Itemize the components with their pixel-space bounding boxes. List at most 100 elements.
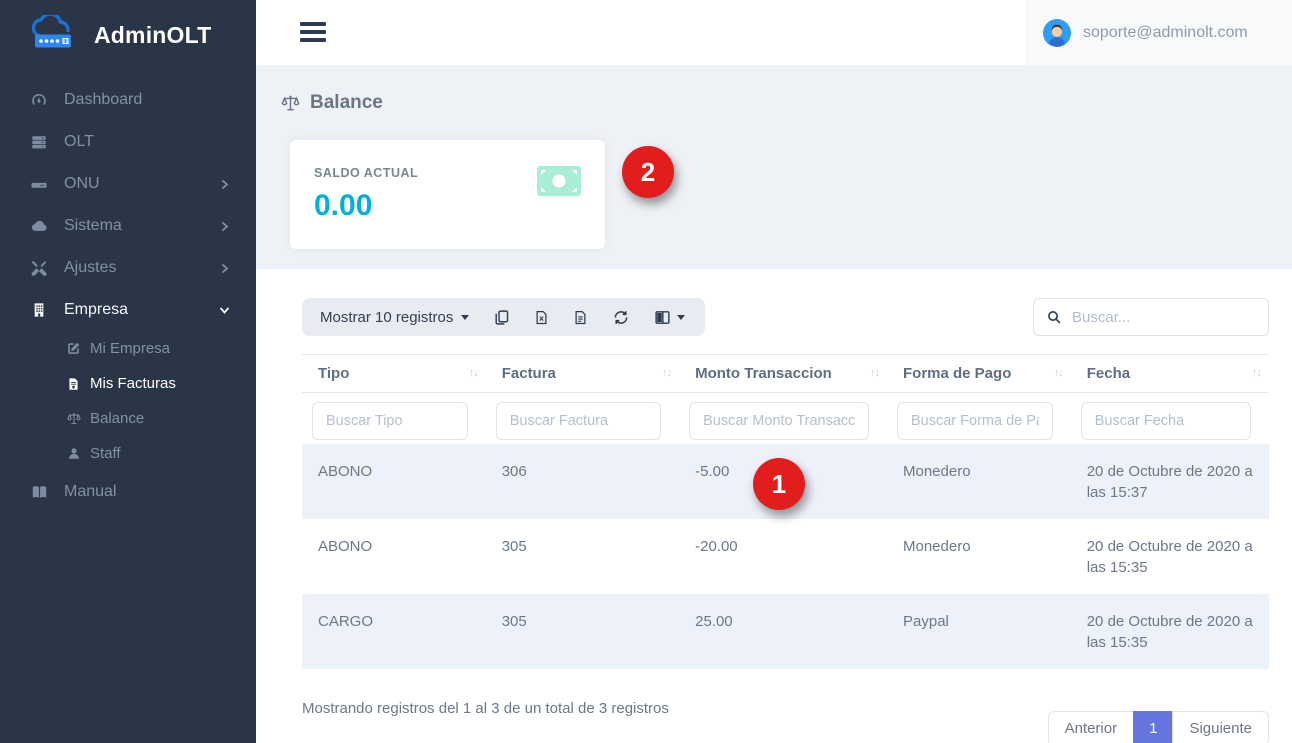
sidebar-item-sistema[interactable]: Sistema bbox=[0, 205, 256, 247]
caret-down-icon bbox=[677, 315, 685, 320]
search-icon bbox=[1046, 309, 1062, 325]
filter-tipo-input[interactable] bbox=[312, 402, 468, 440]
chevron-down-icon bbox=[219, 305, 230, 315]
sidebar-item-dashboard[interactable]: Dashboard bbox=[0, 79, 256, 121]
column-header-factura[interactable]: Factura↑↓ bbox=[486, 355, 679, 393]
balance-card: SALDO ACTUAL 0.00 bbox=[290, 140, 605, 249]
sidebar-label: Ajustes bbox=[64, 259, 116, 277]
cell-factura: 305 bbox=[486, 519, 679, 594]
avatar bbox=[1043, 19, 1071, 47]
page-head: Balance bbox=[256, 65, 1292, 114]
chevron-right-icon bbox=[220, 263, 230, 274]
export-file-button[interactable] bbox=[573, 309, 588, 326]
scales-icon bbox=[64, 411, 83, 426]
copy-button[interactable] bbox=[493, 309, 510, 326]
money-bill-icon bbox=[537, 166, 581, 196]
export-excel-button[interactable] bbox=[534, 309, 549, 326]
pagination-prev-button[interactable]: Anterior bbox=[1048, 711, 1135, 743]
column-header-tipo[interactable]: Tipo↑↓ bbox=[302, 355, 486, 393]
main-area: soporte@adminolt.com Balance SALDO ACTUA… bbox=[256, 0, 1292, 743]
cloud-router-logo-icon bbox=[24, 15, 86, 55]
cell-monto: 25.00 bbox=[679, 594, 887, 669]
building-icon bbox=[28, 301, 50, 319]
page-content: Balance SALDO ACTUAL 0.00 2 1 Mostrar 10… bbox=[256, 65, 1292, 743]
column-visibility-button[interactable] bbox=[654, 309, 685, 326]
cell-tipo: ABONO bbox=[302, 519, 486, 594]
cell-tipo: CARGO bbox=[302, 594, 486, 669]
column-header-monto[interactable]: Monto Transaccion↑↓ bbox=[679, 355, 887, 393]
user-icon bbox=[64, 446, 83, 461]
app-logo[interactable]: AdminOLT bbox=[0, 0, 256, 71]
cell-tipo: ABONO bbox=[302, 444, 486, 519]
edit-icon bbox=[64, 341, 83, 356]
book-icon bbox=[28, 484, 50, 501]
sidebar-item-mis-facturas[interactable]: Mis Facturas bbox=[0, 366, 256, 401]
sidebar-label: Mis Facturas bbox=[90, 375, 176, 392]
search-input[interactable] bbox=[1072, 309, 1256, 326]
pagination-next-button[interactable]: Siguiente bbox=[1172, 711, 1269, 743]
cell-fecha: 20 de Octubre de 2020 a las 15:35 bbox=[1071, 594, 1269, 669]
top-header: soporte@adminolt.com bbox=[256, 0, 1292, 65]
sidebar-item-staff[interactable]: Staff bbox=[0, 436, 256, 471]
filter-monto-input[interactable] bbox=[689, 402, 869, 440]
sort-icon[interactable]: ↑↓ bbox=[1252, 367, 1261, 379]
chevron-right-icon bbox=[220, 179, 230, 190]
sidebar: AdminOLT Dashboard OLT ONU bbox=[0, 0, 256, 743]
sidebar-item-empresa[interactable]: Empresa bbox=[0, 289, 256, 331]
transactions-table: Tipo↑↓ Factura↑↓ Monto Transaccion↑↓ For… bbox=[302, 354, 1269, 669]
filter-factura-input[interactable] bbox=[496, 402, 661, 440]
sort-icon[interactable]: ↑↓ bbox=[469, 367, 478, 379]
tools-icon bbox=[28, 259, 50, 277]
annotation-marker-1: 1 bbox=[753, 458, 805, 510]
sidebar-label: Staff bbox=[90, 445, 121, 462]
sidebar-label: OLT bbox=[64, 133, 94, 151]
column-header-fecha[interactable]: Fecha↑↓ bbox=[1071, 355, 1269, 393]
cell-forma: Monedero bbox=[887, 444, 1071, 519]
page-length-dropdown[interactable]: Mostrar 10 registros bbox=[320, 309, 469, 326]
cell-factura: 306 bbox=[486, 444, 679, 519]
cell-factura: 305 bbox=[486, 594, 679, 669]
cell-fecha: 20 de Octubre de 2020 a las 15:37 bbox=[1071, 444, 1269, 519]
table-row[interactable]: ABONO 305 -20.00 Monedero 20 de Octubre … bbox=[302, 519, 1269, 594]
records-info: Mostrando registros del 1 al 3 de un tot… bbox=[302, 700, 669, 717]
sidebar-nav: Dashboard OLT ONU Sistema bbox=[0, 71, 256, 513]
cell-forma: Paypal bbox=[887, 594, 1071, 669]
sidebar-label: Empresa bbox=[64, 301, 128, 319]
user-menu[interactable]: soporte@adminolt.com bbox=[1026, 0, 1292, 65]
filter-fecha-input[interactable] bbox=[1081, 402, 1251, 440]
cell-forma: Monedero bbox=[887, 519, 1071, 594]
annotation-marker-2: 2 bbox=[622, 146, 674, 198]
sidebar-item-ajustes[interactable]: Ajustes bbox=[0, 247, 256, 289]
filter-forma-pago-input[interactable] bbox=[897, 402, 1053, 440]
table-filter-row bbox=[302, 393, 1269, 445]
sidebar-label: ONU bbox=[64, 175, 100, 193]
sidebar-item-mi-empresa[interactable]: Mi Empresa bbox=[0, 331, 256, 366]
sidebar-item-balance[interactable]: Balance bbox=[0, 401, 256, 436]
user-email: soporte@adminolt.com bbox=[1083, 24, 1248, 42]
column-header-forma-pago[interactable]: Forma de Pago↑↓ bbox=[887, 355, 1071, 393]
invoice-icon bbox=[64, 376, 83, 392]
sidebar-item-onu[interactable]: ONU bbox=[0, 163, 256, 205]
gauge-icon bbox=[28, 91, 50, 109]
device-icon bbox=[28, 175, 50, 193]
table-footer: Mostrando registros del 1 al 3 de un tot… bbox=[302, 695, 1269, 743]
caret-down-icon bbox=[461, 315, 469, 320]
table-row[interactable]: CARGO 305 25.00 Paypal 20 de Octubre de … bbox=[302, 594, 1269, 669]
sort-icon[interactable]: ↑↓ bbox=[662, 367, 671, 379]
sort-icon[interactable]: ↑↓ bbox=[870, 367, 879, 379]
table-buttons-group: Mostrar 10 registros bbox=[302, 298, 705, 336]
sidebar-item-olt[interactable]: OLT bbox=[0, 121, 256, 163]
cell-fecha: 20 de Octubre de 2020 a las 15:35 bbox=[1071, 519, 1269, 594]
pagination-page-1[interactable]: 1 bbox=[1133, 711, 1173, 743]
sidebar-label: Manual bbox=[64, 483, 116, 501]
page-title: Balance bbox=[310, 92, 383, 114]
table-toolbar: Mostrar 10 registros bbox=[302, 298, 1269, 336]
table-search bbox=[1033, 298, 1269, 336]
sidebar-item-manual[interactable]: Manual bbox=[0, 471, 256, 513]
scales-icon bbox=[280, 93, 301, 113]
cell-monto: -20.00 bbox=[679, 519, 887, 594]
sidebar-toggle-button[interactable] bbox=[300, 22, 326, 65]
sidebar-label: Dashboard bbox=[64, 91, 142, 109]
refresh-button[interactable] bbox=[612, 309, 630, 326]
sort-icon[interactable]: ↑↓ bbox=[1054, 367, 1063, 379]
